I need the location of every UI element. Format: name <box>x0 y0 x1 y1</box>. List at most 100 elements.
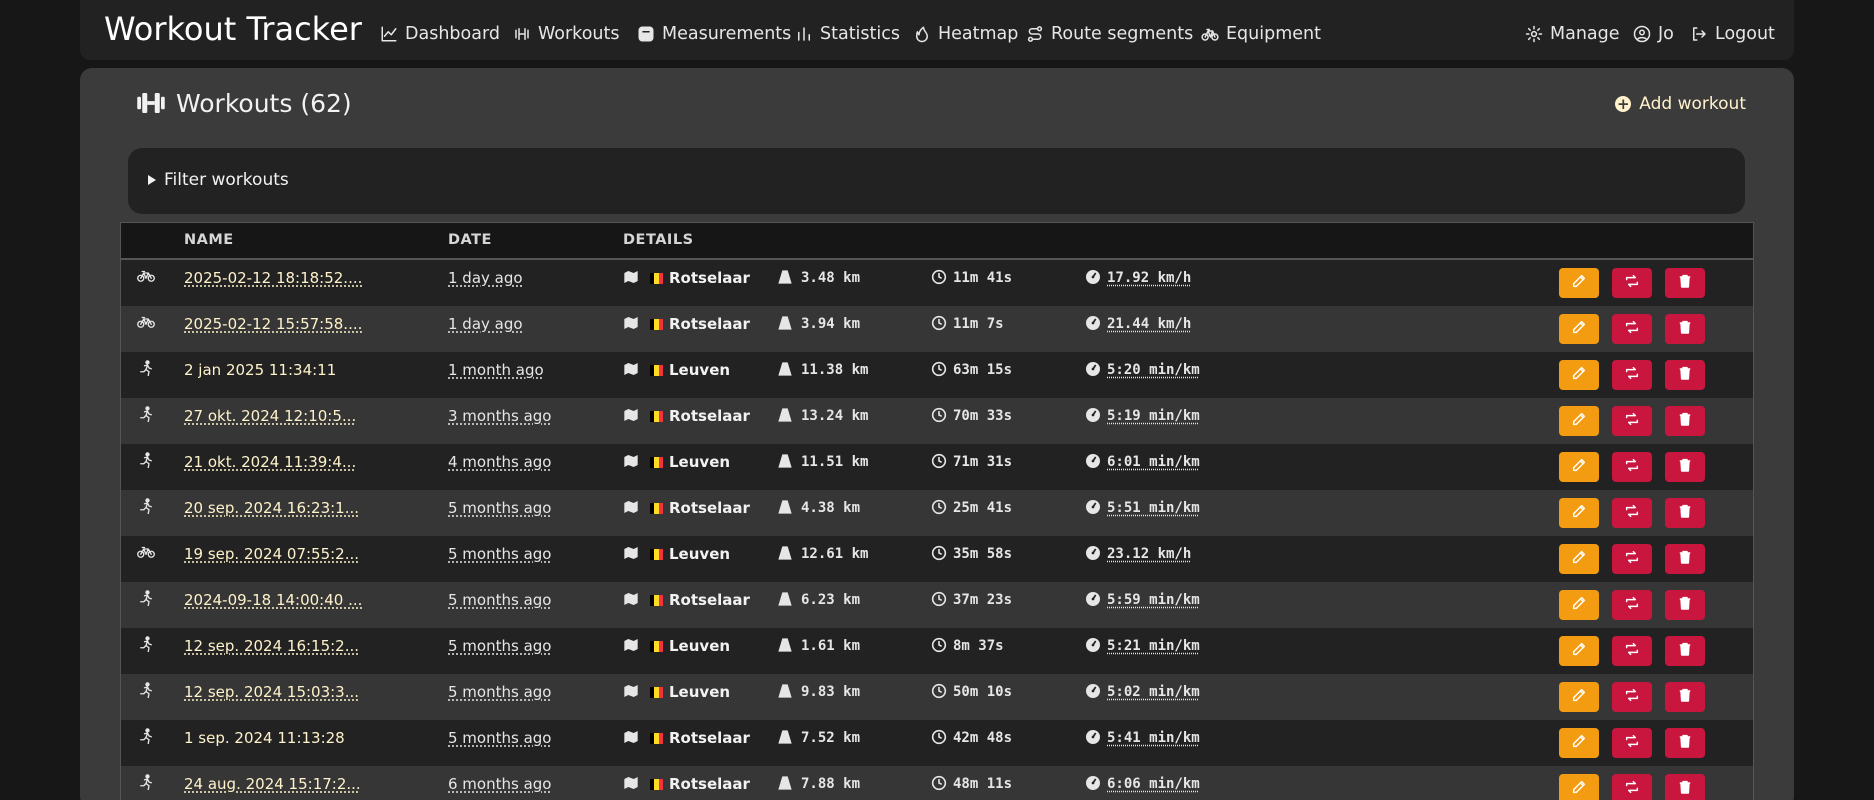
workout-duration: 42m 48s <box>953 730 1013 746</box>
edit-button[interactable] <box>1559 590 1599 620</box>
edit-button[interactable] <box>1559 636 1599 666</box>
refresh-button[interactable] <box>1612 452 1652 482</box>
edit-button[interactable] <box>1559 314 1599 344</box>
running-icon <box>137 452 155 469</box>
trash-icon <box>1677 273 1693 293</box>
dumbbell-icon <box>515 28 529 40</box>
road-icon <box>777 775 793 791</box>
refresh-button[interactable] <box>1612 360 1652 390</box>
refresh-button[interactable] <box>1612 636 1652 666</box>
refresh-button[interactable] <box>1612 728 1652 758</box>
user-icon <box>1633 25 1651 43</box>
workout-duration: 70m 33s <box>953 408 1013 424</box>
refresh-button[interactable] <box>1612 774 1652 800</box>
workout-name[interactable]: 24 aug. 2024 15:17:2... <box>184 775 361 793</box>
table-row: 2 jan 2025 11:34:11 1 month ago Leuven 1… <box>121 352 1753 398</box>
workout-name[interactable]: 27 okt. 2024 12:10:5... <box>184 407 356 425</box>
edit-button[interactable] <box>1559 452 1599 482</box>
bicycle-icon <box>1201 28 1219 41</box>
table-body: 2025-02-12 18:18:52.... 1 day ago Rotsel… <box>121 260 1753 800</box>
delete-button[interactable] <box>1665 590 1705 620</box>
workout-distance: 6.23 km <box>801 592 861 608</box>
workout-name[interactable]: 12 sep. 2024 16:15:2... <box>184 637 359 655</box>
refresh-button[interactable] <box>1612 314 1652 344</box>
refresh-icon <box>1624 365 1640 385</box>
edit-button[interactable] <box>1559 406 1599 436</box>
edit-button[interactable] <box>1559 268 1599 298</box>
edit-button[interactable] <box>1559 544 1599 574</box>
app-title[interactable]: Workout Tracker <box>104 10 362 48</box>
edit-button[interactable] <box>1559 498 1599 528</box>
refresh-button[interactable] <box>1612 268 1652 298</box>
speedometer-icon <box>1085 315 1101 331</box>
speedometer-icon <box>1085 683 1101 699</box>
edit-button[interactable] <box>1559 360 1599 390</box>
workout-name[interactable]: 2024-09-18 14:00:40 ... <box>184 591 362 609</box>
nav-dashboard[interactable]: Dashboard <box>380 22 500 46</box>
edit-button[interactable] <box>1559 682 1599 712</box>
workout-name[interactable]: 2025-02-12 18:18:52.... <box>184 269 362 287</box>
running-icon <box>137 498 155 515</box>
delete-button[interactable] <box>1665 544 1705 574</box>
workout-duration: 63m 15s <box>953 362 1013 378</box>
nav-measurements[interactable]: Measurements <box>637 22 791 46</box>
workout-name[interactable]: 19 sep. 2024 07:55:2... <box>184 545 359 563</box>
workout-date: 1 day ago <box>448 315 523 333</box>
nav-statistics[interactable]: Statistics <box>795 22 900 46</box>
edit-button[interactable] <box>1559 774 1599 800</box>
clock-icon <box>931 453 947 469</box>
refresh-button[interactable] <box>1612 682 1652 712</box>
workout-name[interactable]: 2025-02-12 15:57:58.... <box>184 315 362 333</box>
delete-button[interactable] <box>1665 636 1705 666</box>
refresh-icon <box>1624 411 1640 431</box>
delete-button[interactable] <box>1665 406 1705 436</box>
add-workout-button[interactable]: + Add workout <box>1615 94 1746 114</box>
delete-button[interactable] <box>1665 314 1705 344</box>
refresh-button[interactable] <box>1612 498 1652 528</box>
route-icon <box>1027 26 1043 42</box>
delete-button[interactable] <box>1665 728 1705 758</box>
table-row: 12 sep. 2024 16:15:2... 5 months ago Leu… <box>121 628 1753 674</box>
delete-button[interactable] <box>1665 774 1705 800</box>
workout-distance: 12.61 km <box>801 546 869 562</box>
belgium-flag-icon <box>650 733 663 744</box>
delete-button[interactable] <box>1665 452 1705 482</box>
delete-button[interactable] <box>1665 360 1705 390</box>
workout-name[interactable]: 20 sep. 2024 16:23:1... <box>184 499 359 517</box>
road-icon <box>777 499 793 515</box>
refresh-button[interactable] <box>1612 590 1652 620</box>
edit-button[interactable] <box>1559 728 1599 758</box>
edit-icon <box>1571 595 1587 615</box>
refresh-icon <box>1624 457 1640 477</box>
workout-duration: 50m 10s <box>953 684 1013 700</box>
nav-workouts[interactable]: Workouts <box>513 22 619 46</box>
workout-name[interactable]: 21 okt. 2024 11:39:4... <box>184 453 356 471</box>
edit-icon <box>1571 365 1587 385</box>
refresh-icon <box>1624 319 1640 339</box>
workout-name[interactable]: 12 sep. 2024 15:03:3... <box>184 683 359 701</box>
filter-toggle[interactable]: Filter workouts <box>148 170 289 190</box>
workout-speed: 5:02 min/km <box>1107 684 1200 700</box>
workout-location: Rotselaar <box>669 591 750 609</box>
workout-distance: 4.38 km <box>801 500 861 516</box>
dumbbell-icon <box>137 93 165 113</box>
workout-duration: 37m 23s <box>953 592 1013 608</box>
triangle-right-icon <box>148 175 156 185</box>
refresh-button[interactable] <box>1612 406 1652 436</box>
nav-user[interactable]: Jo <box>1633 22 1674 46</box>
nav-manage[interactable]: Manage <box>1525 22 1620 46</box>
nav-heatmap[interactable]: Heatmap <box>913 22 1018 46</box>
delete-button[interactable] <box>1665 498 1705 528</box>
refresh-button[interactable] <box>1612 544 1652 574</box>
workout-distance: 11.38 km <box>801 362 869 378</box>
nav-equipment[interactable]: Equipment <box>1201 22 1321 46</box>
delete-button[interactable] <box>1665 268 1705 298</box>
trash-icon <box>1677 365 1693 385</box>
workout-distance: 11.51 km <box>801 454 869 470</box>
clock-icon <box>931 407 947 423</box>
map-icon <box>623 683 639 699</box>
workout-speed: 5:59 min/km <box>1107 592 1200 608</box>
nav-logout[interactable]: Logout <box>1690 22 1775 46</box>
nav-route-segments[interactable]: Route segments <box>1026 22 1193 46</box>
delete-button[interactable] <box>1665 682 1705 712</box>
